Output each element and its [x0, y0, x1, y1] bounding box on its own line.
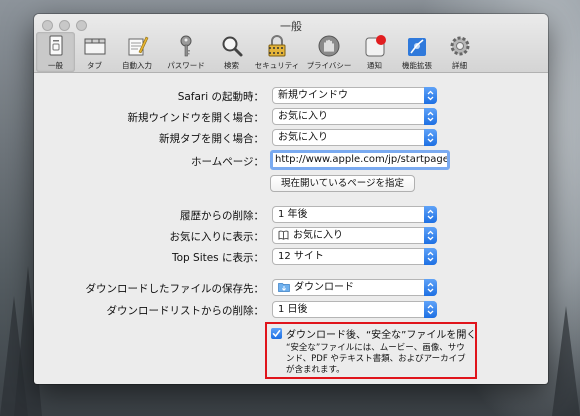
security-icon: [268, 35, 286, 57]
popup-arrows-icon: [424, 301, 437, 318]
new-windows-label: 新規ウインドウを開く場合：: [127, 112, 265, 124]
remove-download-list-popup[interactable]: 1 日後: [272, 301, 437, 318]
new-tabs-popup[interactable]: お気に入り: [272, 129, 437, 146]
search-icon: [222, 36, 242, 57]
top-sites-popup[interactable]: 12 サイト: [272, 248, 437, 265]
preferences-toolbar: 一般 タブ 自動入力 パスワード 検索 セキュリティ プライバシー 通知 機能拡…: [36, 32, 479, 72]
download-location-label: ダウンロードしたファイルの保存先：: [85, 283, 265, 295]
popup-arrows-icon: [424, 87, 437, 104]
remove-download-list-label: ダウンロードリストからの削除：: [106, 305, 265, 317]
row-remove-history: 履歴からの削除： 1 年後: [34, 206, 548, 224]
download-location-popup[interactable]: ダウンロード: [272, 279, 437, 296]
row-favorites-shows: お気に入りに表示： お気に入り: [34, 227, 548, 245]
preferences-window: 一般 一般 タブ 自動入力 パスワード 検索 セキュリティ プライバシー 通知 …: [34, 14, 548, 384]
safari-opens-with-popup[interactable]: 新規ウインドウ: [272, 87, 437, 104]
favorites-shows-popup[interactable]: お気に入り: [272, 227, 437, 244]
popup-arrows-icon: [424, 279, 437, 296]
popup-arrows-icon: [424, 129, 437, 146]
safari-opens-with-label: Safari の起動時：: [177, 91, 264, 103]
homepage-label: ホームページ：: [191, 156, 264, 168]
row-new-tabs-open-with: 新規タブを開く場合： お気に入り: [34, 129, 548, 147]
top-sites-label: Top Sites に表示：: [171, 252, 264, 264]
tabs-icon: [84, 38, 105, 55]
folder-icon: [278, 283, 290, 292]
popup-arrows-icon: [424, 206, 437, 223]
popup-arrows-icon: [424, 227, 437, 244]
row-safari-opens-with: Safari の起動時： 新規ウインドウ: [34, 87, 548, 105]
popup-arrows-icon: [424, 248, 437, 265]
row-remove-download-list: ダウンロードリストからの削除： 1 日後: [34, 301, 548, 319]
new-tabs-label: 新規タブを開く場合：: [159, 133, 264, 145]
general-pane: Safari の起動時： 新規ウインドウ 新規ウインドウを開く場合： お気に入り…: [34, 73, 548, 384]
row-new-windows-open-with: 新規ウインドウを開く場合： お気に入り: [34, 108, 548, 126]
autofill-icon: [128, 36, 149, 56]
open-safe-files-label[interactable]: ダウンロード後、“安全な”ファイルを開く: [286, 326, 476, 341]
privacy-icon: [318, 35, 340, 57]
remove-history-label: 履歴からの削除：: [180, 210, 264, 222]
open-safe-files-description: “安全な”ファイルには、ムービー、画像、サウンド、PDF やテキスト書類、および…: [286, 343, 466, 375]
advanced-icon: [450, 36, 469, 56]
set-current-page-button[interactable]: 現在開いているページを指定: [270, 175, 415, 192]
homepage-field[interactable]: http://www.apple.com/jp/startpage/: [270, 150, 450, 170]
favorites-shows-label: お気に入りに表示：: [169, 231, 265, 243]
row-homepage: ホームページ： http://www.apple.com/jp/startpag…: [34, 150, 548, 170]
tab-security[interactable]: セキュリティ: [251, 32, 303, 72]
open-safe-files-checkbox[interactable]: [271, 328, 282, 339]
tab-privacy[interactable]: プライバシー: [303, 32, 355, 72]
row-download-location: ダウンロードしたファイルの保存先： ダウンロード: [34, 279, 548, 297]
row-set-current-page: 現在開いているページを指定: [34, 175, 548, 193]
checkmark-icon: [272, 330, 281, 338]
general-icon: [49, 35, 62, 56]
popup-arrows-icon: [424, 108, 437, 125]
titlebar: 一般 一般 タブ 自動入力 パスワード 検索 セキュリティ プライバシー 通知 …: [34, 14, 548, 73]
tab-passwords[interactable]: パスワード: [160, 32, 212, 72]
extensions-icon: [408, 38, 426, 56]
remove-history-popup[interactable]: 1 年後: [272, 206, 437, 223]
new-windows-popup[interactable]: お気に入り: [272, 108, 437, 125]
tab-advanced[interactable]: 詳細: [440, 32, 479, 72]
book-icon: [278, 230, 289, 240]
passwords-icon: [180, 35, 192, 57]
row-top-sites-shows: Top Sites に表示： 12 サイト: [34, 248, 548, 266]
notifications-icon: [365, 35, 386, 57]
